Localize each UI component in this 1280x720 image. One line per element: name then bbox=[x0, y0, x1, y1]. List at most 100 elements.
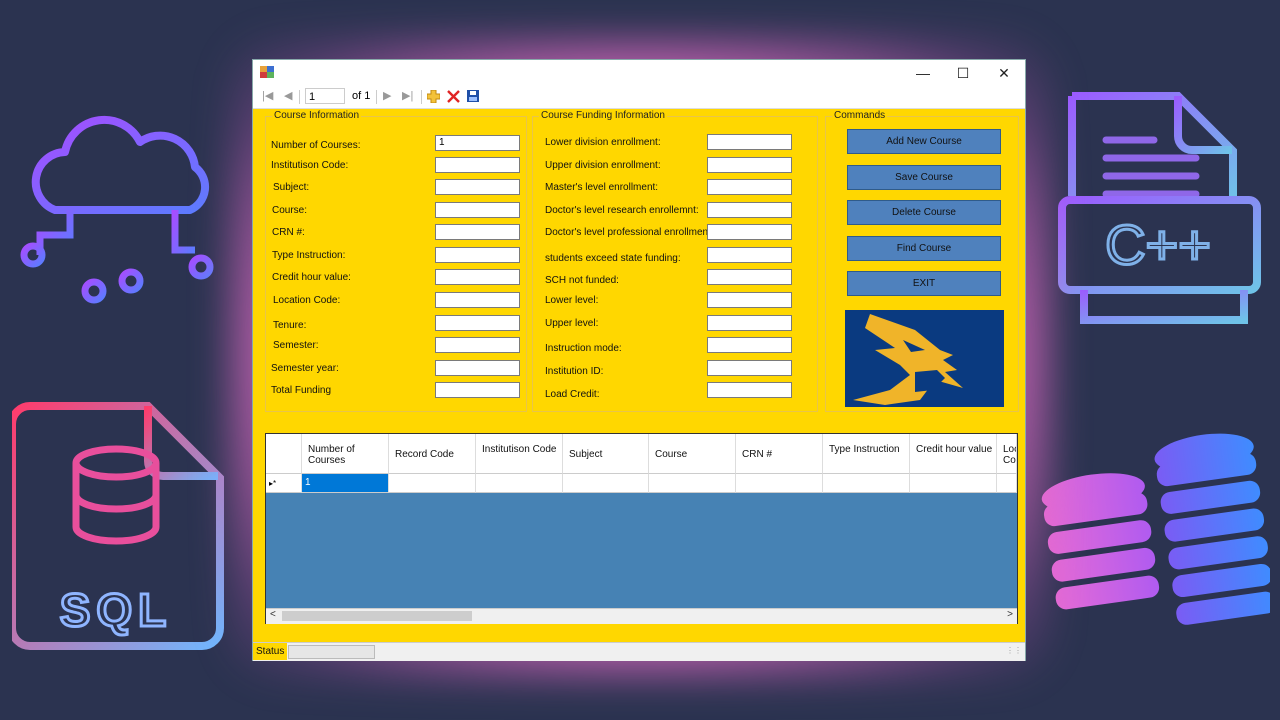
column-header[interactable]: Subject bbox=[563, 434, 649, 474]
students-exceed-funding-input[interactable] bbox=[707, 247, 792, 263]
field-label: Doctor's level professional enrollment: bbox=[545, 227, 714, 238]
doctors-research-enrollment-input[interactable] bbox=[707, 202, 792, 218]
mascot-logo bbox=[845, 310, 1004, 407]
field-label: Credit hour value: bbox=[272, 272, 351, 283]
column-header[interactable]: Institutison Code bbox=[476, 434, 563, 474]
masters-enrollment-input[interactable] bbox=[707, 179, 792, 195]
field-label: Subject: bbox=[273, 182, 310, 193]
group-title: Commands bbox=[832, 110, 888, 121]
field-label: Semester: bbox=[273, 340, 319, 351]
add-new-icon[interactable] bbox=[427, 90, 440, 103]
column-header[interactable]: Record Code bbox=[389, 434, 476, 474]
count-label: of 1 bbox=[352, 90, 371, 102]
course-input[interactable] bbox=[435, 202, 520, 218]
svg-text:C++: C++ bbox=[1105, 213, 1211, 276]
delete-icon[interactable] bbox=[447, 90, 460, 103]
grid-cell[interactable] bbox=[997, 474, 1017, 493]
field-label: students exceed state funding: bbox=[545, 253, 681, 264]
minimize-button[interactable]: — bbox=[903, 60, 943, 86]
upper-division-enrollment-input[interactable] bbox=[707, 157, 792, 173]
horizontal-scrollbar[interactable]: < > bbox=[266, 608, 1017, 624]
mascot-icon bbox=[853, 314, 963, 405]
instruction-mode-input[interactable] bbox=[707, 337, 792, 353]
total-funding-input[interactable] bbox=[435, 382, 520, 398]
lower-level-input[interactable] bbox=[707, 292, 792, 308]
save-course-button[interactable]: Save Course bbox=[847, 165, 1001, 190]
scroll-left-icon[interactable]: < bbox=[270, 609, 276, 620]
field-label: Location Code: bbox=[273, 295, 341, 306]
credit-hour-value-input[interactable] bbox=[435, 269, 520, 285]
group-title: Course Information bbox=[272, 110, 362, 121]
semester-input[interactable] bbox=[435, 337, 520, 353]
column-header[interactable]: CRN # bbox=[736, 434, 823, 474]
tenure-input[interactable] bbox=[435, 315, 520, 331]
move-next-icon[interactable]: ▶ bbox=[383, 89, 391, 102]
grid-cell[interactable] bbox=[736, 474, 823, 493]
svg-text:SQL: SQL bbox=[60, 584, 173, 636]
column-header[interactable]: Location Code bbox=[997, 434, 1017, 474]
field-label: SCH not funded: bbox=[545, 275, 619, 286]
location-code-input[interactable] bbox=[435, 292, 520, 308]
column-header[interactable]: Type Instruction bbox=[823, 434, 910, 474]
field-label: Doctor's level research enrollemnt: bbox=[545, 205, 699, 216]
institution-id-input[interactable] bbox=[707, 360, 792, 376]
move-previous-icon[interactable]: ◀ bbox=[284, 89, 292, 102]
field-label: Load Credit: bbox=[545, 389, 600, 400]
scrollbar-thumb[interactable] bbox=[282, 611, 472, 621]
field-label: Upper level: bbox=[545, 318, 599, 329]
grid-cell-selected[interactable]: 1 bbox=[302, 474, 389, 493]
number-of-courses-input[interactable]: 1 bbox=[435, 135, 520, 151]
save-icon[interactable] bbox=[467, 90, 479, 102]
field-label: Lower division enrollment: bbox=[545, 137, 661, 148]
sch-not-funded-input[interactable] bbox=[707, 269, 792, 285]
load-credit-input[interactable] bbox=[707, 382, 792, 398]
column-header[interactable]: Number of Courses bbox=[302, 434, 389, 474]
scroll-right-icon[interactable]: > bbox=[1007, 609, 1013, 620]
column-header[interactable]: Course bbox=[649, 434, 736, 474]
course-form-window: — ☐ ✕ |◀ ◀ 1 of 1 ▶ ▶| Course Informatio… bbox=[253, 60, 1025, 661]
grid-cell[interactable] bbox=[649, 474, 736, 493]
semester-year-input[interactable] bbox=[435, 360, 520, 376]
grid-cell[interactable] bbox=[910, 474, 997, 493]
title-bar: — ☐ ✕ bbox=[253, 60, 1025, 86]
status-label: Status bbox=[253, 643, 288, 660]
field-label: Course: bbox=[272, 205, 308, 216]
row-header[interactable]: ▸* bbox=[266, 474, 302, 493]
group-title: Course Funding Information bbox=[539, 110, 667, 121]
subject-input[interactable] bbox=[435, 179, 520, 195]
separator bbox=[299, 90, 300, 104]
column-header[interactable]: Credit hour value bbox=[910, 434, 997, 474]
doctors-professional-enrollment-input[interactable] bbox=[707, 224, 792, 240]
move-last-icon[interactable]: ▶| bbox=[402, 89, 413, 102]
position-input[interactable]: 1 bbox=[305, 88, 345, 104]
grid-cell[interactable] bbox=[563, 474, 649, 493]
move-first-icon[interactable]: |◀ bbox=[262, 89, 273, 102]
field-label: Tenure: bbox=[273, 320, 307, 331]
status-strip: Status ⋮⋮ bbox=[253, 642, 1025, 661]
app-icon bbox=[260, 66, 274, 78]
grid-cell[interactable] bbox=[389, 474, 476, 493]
upper-level-input[interactable] bbox=[707, 315, 792, 331]
institution-code-input[interactable] bbox=[435, 157, 520, 173]
grid-cell[interactable] bbox=[823, 474, 910, 493]
status-progress-bar bbox=[288, 645, 375, 659]
delete-course-button[interactable]: Delete Course bbox=[847, 200, 1001, 225]
cpp-file-icon: C++ bbox=[1058, 92, 1261, 324]
exit-button[interactable]: EXIT bbox=[847, 271, 1001, 296]
field-label: Institutison Code: bbox=[271, 160, 349, 171]
type-instruction-input[interactable] bbox=[435, 247, 520, 263]
field-label: Type Instruction: bbox=[272, 250, 346, 261]
close-button[interactable]: ✕ bbox=[984, 60, 1024, 86]
separator bbox=[376, 90, 377, 104]
courses-data-grid[interactable]: Number of Courses Record Code Institutis… bbox=[265, 433, 1018, 624]
crn-input[interactable] bbox=[435, 224, 520, 240]
add-new-course-button[interactable]: Add New Course bbox=[847, 129, 1001, 154]
maximize-button[interactable]: ☐ bbox=[943, 60, 983, 86]
row-header-corner bbox=[266, 434, 302, 474]
find-course-button[interactable]: Find Course bbox=[847, 236, 1001, 261]
field-label: Upper division enrollment: bbox=[545, 160, 661, 171]
resize-grip-icon[interactable]: ⋮⋮ bbox=[1006, 646, 1022, 655]
grid-cell[interactable] bbox=[476, 474, 563, 493]
lower-division-enrollment-input[interactable] bbox=[707, 134, 792, 150]
field-label: Institution ID: bbox=[545, 366, 604, 377]
